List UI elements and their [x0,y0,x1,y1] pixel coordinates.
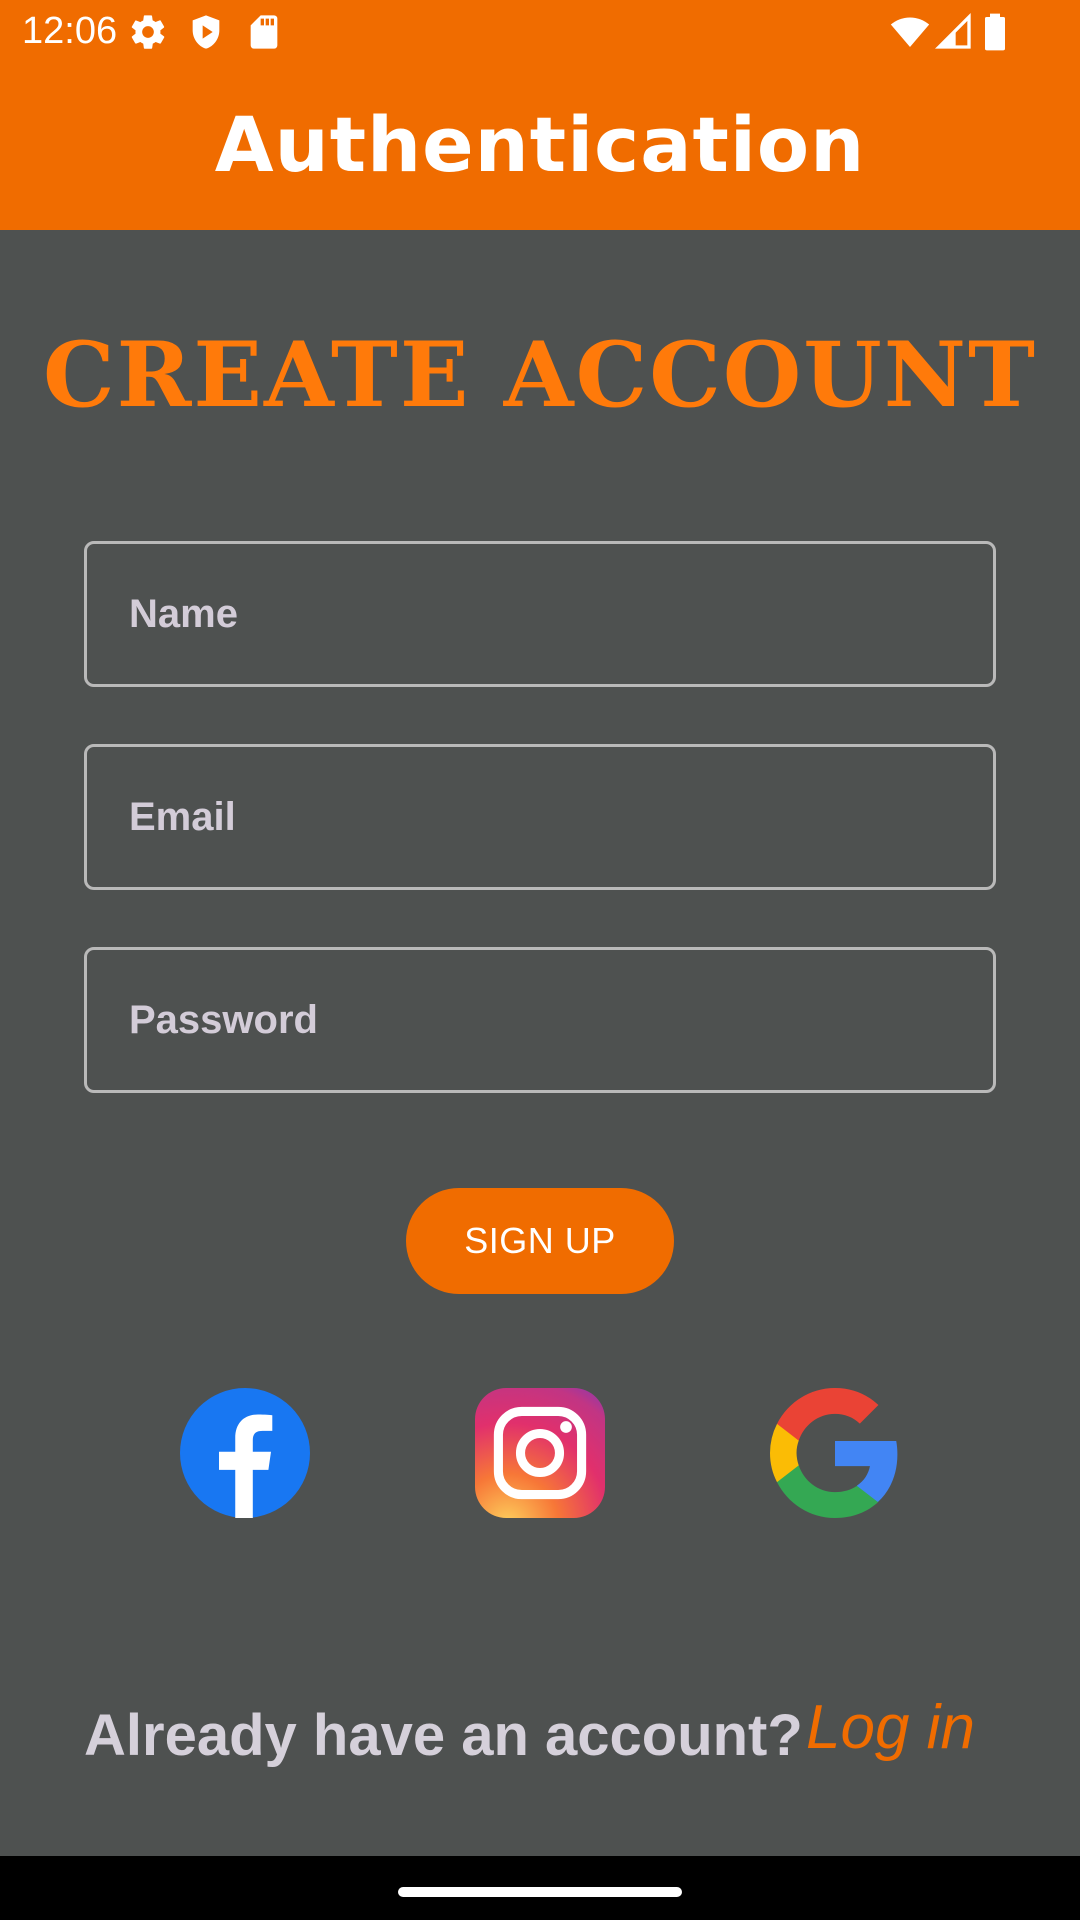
app-title: Authentication [214,100,866,189]
wifi-icon [888,12,932,52]
google-icon[interactable] [770,1388,900,1518]
page-title: CREATE ACCOUNT [42,322,1038,428]
screen: 12:06 Authentication CREATE ACCOUNT Name… [0,0,1080,1920]
home-gesture-handle[interactable] [398,1887,682,1897]
app-header: 12:06 Authentication [0,0,1080,230]
name-field[interactable] [84,541,996,687]
battery-icon [980,12,1010,52]
navigation-bar [0,1856,1080,1920]
sd-card-icon [244,12,284,52]
sign-up-button[interactable]: SIGN UP [406,1188,674,1294]
status-bar: 12:06 [0,0,1080,64]
gear-icon [128,12,168,52]
already-have-account-text: Already have an account? [84,1703,803,1768]
cell-signal-icon [934,12,974,52]
play-protect-icon [186,12,226,52]
instagram-icon[interactable] [475,1388,605,1518]
facebook-icon[interactable] [180,1388,310,1518]
email-field[interactable] [84,744,996,890]
log-in-link[interactable]: Log in [806,1690,975,1766]
password-field[interactable] [84,947,996,1093]
status-time: 12:06 [22,10,118,52]
